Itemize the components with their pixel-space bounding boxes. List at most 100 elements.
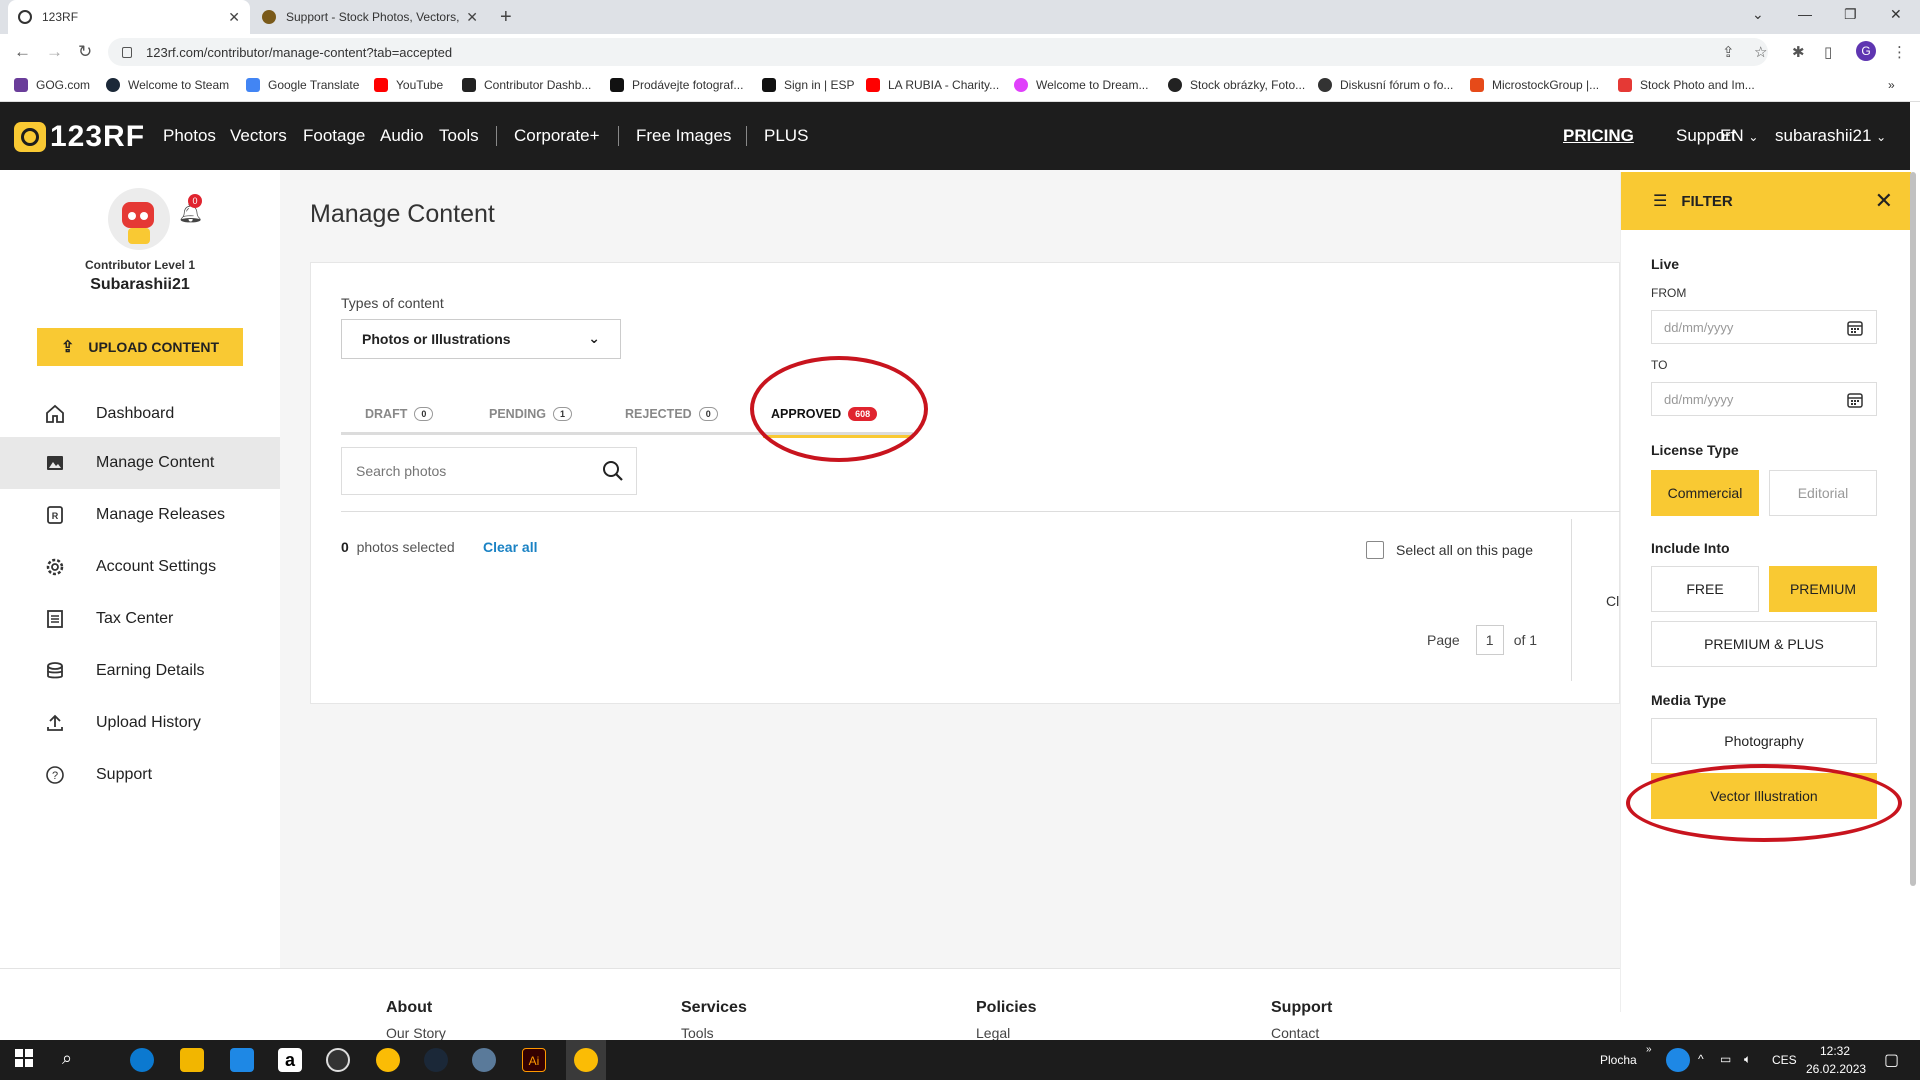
bookmark-dreamstime[interactable]: Welcome to Dream... [1014, 78, 1148, 92]
tab-search-icon[interactable]: ⌄ [1752, 6, 1764, 23]
tab-rejected[interactable]: REJECTED 0 [625, 393, 718, 435]
license-editorial-button[interactable]: Editorial [1769, 470, 1877, 516]
media-photography-button[interactable]: Photography [1651, 718, 1877, 764]
chrome-icon[interactable] [574, 1048, 598, 1072]
store-icon[interactable] [230, 1048, 254, 1072]
sidebar-item-dashboard[interactable]: Dashboard [0, 388, 280, 440]
extensions-icon[interactable]: ✱ [1792, 43, 1805, 61]
bookmark-la-rubia[interactable]: LA RUBIA - Charity... [866, 78, 999, 92]
search-icon[interactable]: ⌕ [62, 1048, 86, 1072]
license-commercial-button[interactable]: Commercial [1651, 470, 1759, 516]
clock-time[interactable]: 12:32 [1820, 1044, 1850, 1058]
user-menu[interactable]: subarashii21 ⌄ [1775, 126, 1886, 146]
clock-date[interactable]: 26.02.2023 [1806, 1062, 1866, 1076]
select-all-checkbox[interactable]: Select all on this page [1366, 541, 1533, 559]
forward-icon[interactable]: → [46, 42, 63, 62]
nav-pricing[interactable]: PRICING [1563, 126, 1634, 146]
edge-icon[interactable] [130, 1048, 154, 1072]
123rf-logo[interactable]: 123RF [14, 120, 145, 154]
bookmark-prodavejte[interactable]: Prodávejte fotograf... [610, 78, 743, 92]
browser-tab-support[interactable]: Support - Stock Photos, Vectors, ✕ [252, 0, 488, 34]
tab-pending[interactable]: PENDING 1 [489, 393, 572, 435]
windows-start-icon[interactable] [14, 1048, 38, 1072]
footer-link[interactable]: Our Story [386, 1025, 446, 1041]
search-input[interactable] [356, 463, 596, 479]
desktop-label[interactable]: Plocha [1600, 1053, 1637, 1067]
bookmark-stock-obrazky[interactable]: Stock obrázky, Foto... [1168, 78, 1305, 92]
sidebar-item-manage-releases[interactable]: R Manage Releases [0, 489, 280, 541]
sidebar-item-earning-details[interactable]: Earning Details [0, 645, 280, 697]
bookmark-contributor-dashboard[interactable]: Contributor Dashb... [462, 78, 591, 92]
restore-icon[interactable]: ❐ [1844, 6, 1857, 23]
notification-center-icon[interactable]: ▢ [1884, 1050, 1899, 1070]
new-tab-icon[interactable]: + [500, 6, 512, 29]
nav-photos[interactable]: Photos [163, 126, 216, 146]
share-icon[interactable]: ⇪ [1722, 43, 1735, 61]
bookmark-google-translate[interactable]: Google Translate [246, 78, 359, 92]
search-icon[interactable] [602, 460, 624, 487]
bookmark-youtube[interactable]: YouTube [374, 78, 443, 92]
sidebar-item-support[interactable]: ? Support [0, 749, 280, 801]
chevron-icon[interactable]: » [1646, 1044, 1652, 1055]
avatar[interactable] [108, 188, 170, 250]
to-date-input[interactable]: dd/mm/yyyy [1651, 382, 1877, 416]
more-bookmarks-icon[interactable]: » [1888, 78, 1895, 92]
app-icon[interactable] [472, 1048, 496, 1072]
bookmark-steam[interactable]: Welcome to Steam [106, 78, 229, 92]
amazon-icon[interactable]: a [278, 1048, 302, 1072]
url-field[interactable]: 123rf.com/contributor/manage-content?tab… [108, 38, 1768, 66]
sidebar-item-account-settings[interactable]: Account Settings [0, 541, 280, 593]
tab-draft[interactable]: DRAFT 0 [365, 393, 434, 435]
bookmark-diskusni-forum[interactable]: Diskusní fórum o fo... [1318, 78, 1453, 92]
profile-avatar[interactable]: G [1856, 41, 1876, 61]
browser-menu-icon[interactable]: ⋮ [1892, 43, 1907, 61]
nav-plus[interactable]: PLUS [764, 126, 808, 146]
illustrator-icon[interactable]: Ai [522, 1048, 546, 1072]
include-free-button[interactable]: FREE [1651, 566, 1759, 612]
close-tab-icon[interactable]: ✕ [228, 9, 240, 26]
chrome-icon[interactable] [376, 1048, 400, 1072]
sidebar-item-manage-content[interactable]: Manage Content [0, 437, 280, 489]
calendar-icon[interactable] [1846, 391, 1864, 412]
volume-icon[interactable]: 🔈︎ [1744, 1052, 1751, 1067]
back-icon[interactable]: ← [14, 42, 31, 62]
bookmark-esp[interactable]: Sign in | ESP [762, 78, 855, 92]
side-panel-icon[interactable]: ▯ [1824, 43, 1832, 61]
footer-link[interactable]: Legal [976, 1025, 1036, 1041]
footer-link[interactable]: Tools [681, 1025, 747, 1041]
calendar-icon[interactable] [1846, 319, 1864, 340]
sidebar-item-upload-history[interactable]: Upload History [0, 697, 280, 749]
sidebar-item-tax-center[interactable]: Tax Center [0, 593, 280, 645]
clear-all-link[interactable]: Clear all [483, 539, 537, 555]
nav-audio[interactable]: Audio [380, 126, 423, 146]
reload-icon[interactable]: ↻ [78, 42, 92, 62]
nav-footage[interactable]: Footage [303, 126, 365, 146]
include-premium-button[interactable]: PREMIUM [1769, 566, 1877, 612]
nav-vectors[interactable]: Vectors [230, 126, 287, 146]
bookmark-stock-photo[interactable]: Stock Photo and Im... [1618, 78, 1755, 92]
help-icon[interactable] [1666, 1048, 1690, 1072]
upload-content-button[interactable]: ⇪ UPLOAD CONTENT [37, 328, 243, 366]
checkbox[interactable] [1366, 541, 1384, 559]
bookmark-star-icon[interactable]: ☆ [1754, 43, 1767, 61]
bookmark-gog[interactable]: GOG.com [14, 78, 90, 92]
tray-up-icon[interactable]: ^ [1698, 1052, 1704, 1066]
language-indicator[interactable]: CES [1772, 1053, 1797, 1067]
nav-corporate-plus[interactable]: Corporate+ [514, 126, 600, 146]
nav-tools[interactable]: Tools [439, 126, 479, 146]
page-number-input[interactable]: 1 [1475, 625, 1504, 655]
bookmark-microstockgroup[interactable]: MicrostockGroup |... [1470, 78, 1599, 92]
from-date-input[interactable]: dd/mm/yyyy [1651, 310, 1877, 344]
close-icon[interactable]: ✕ [1875, 188, 1893, 214]
close-tab-icon[interactable]: ✕ [466, 9, 478, 26]
network-icon[interactable]: ▭ [1720, 1052, 1731, 1066]
file-explorer-icon[interactable] [180, 1048, 204, 1072]
minimize-icon[interactable]: — [1798, 6, 1812, 22]
language-selector[interactable]: EN ⌄ [1720, 126, 1758, 146]
page-scrollbar[interactable] [1910, 172, 1916, 886]
footer-link[interactable]: Contact [1271, 1025, 1332, 1041]
nav-free-images[interactable]: Free Images [636, 126, 731, 146]
steam-icon[interactable] [424, 1048, 448, 1072]
include-premium-plus-button[interactable]: PREMIUM & PLUS [1651, 621, 1877, 667]
browser-tab-123rf[interactable]: 123RF ✕ [8, 0, 250, 34]
